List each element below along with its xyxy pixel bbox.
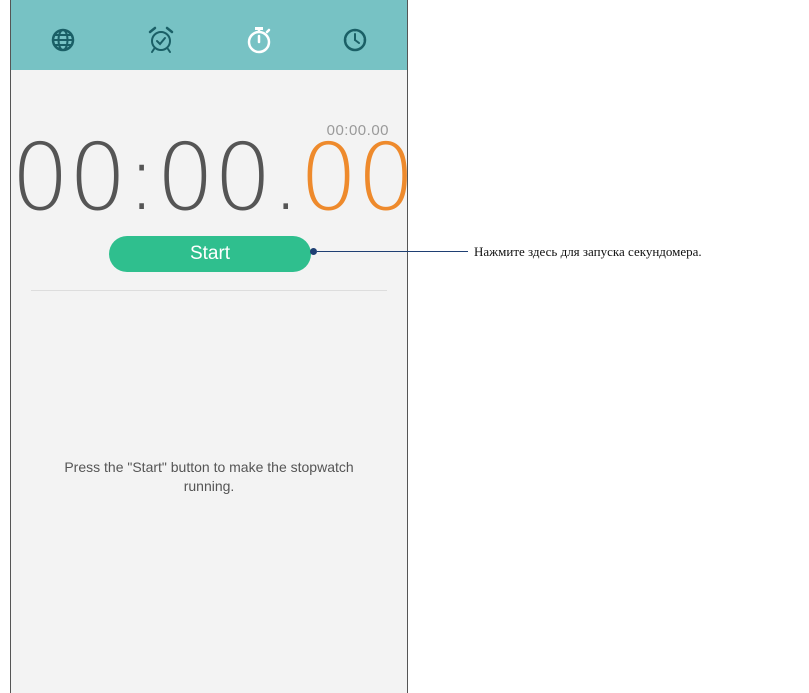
- alarm-clock-icon: [148, 26, 174, 53]
- tab-bar: [11, 0, 407, 70]
- callout-line: [317, 251, 468, 252]
- hint-text: Press the "Start" button to make the sto…: [64, 459, 354, 494]
- start-button[interactable]: Start: [109, 236, 311, 272]
- callout-text: Нажмите здесь для запуска секундомера.: [474, 244, 702, 259]
- divider: [31, 290, 387, 291]
- stopwatch-time-main: 00:00.: [11, 124, 300, 231]
- stopwatch-time: 00:00.00: [11, 132, 407, 224]
- tab-world-clock[interactable]: [43, 20, 83, 60]
- tab-alarm[interactable]: [141, 20, 181, 60]
- tab-timer[interactable]: [335, 20, 375, 60]
- globe-icon: [51, 28, 75, 52]
- stopwatch-time-hundredths: 00: [299, 124, 408, 231]
- callout-dot: [310, 248, 317, 255]
- phone-screen: 00:00.00 00:00.00 Start Press the "Start…: [10, 0, 408, 693]
- tab-stopwatch[interactable]: [239, 20, 279, 60]
- timer-icon: [343, 28, 367, 52]
- stopwatch-icon: [247, 27, 271, 54]
